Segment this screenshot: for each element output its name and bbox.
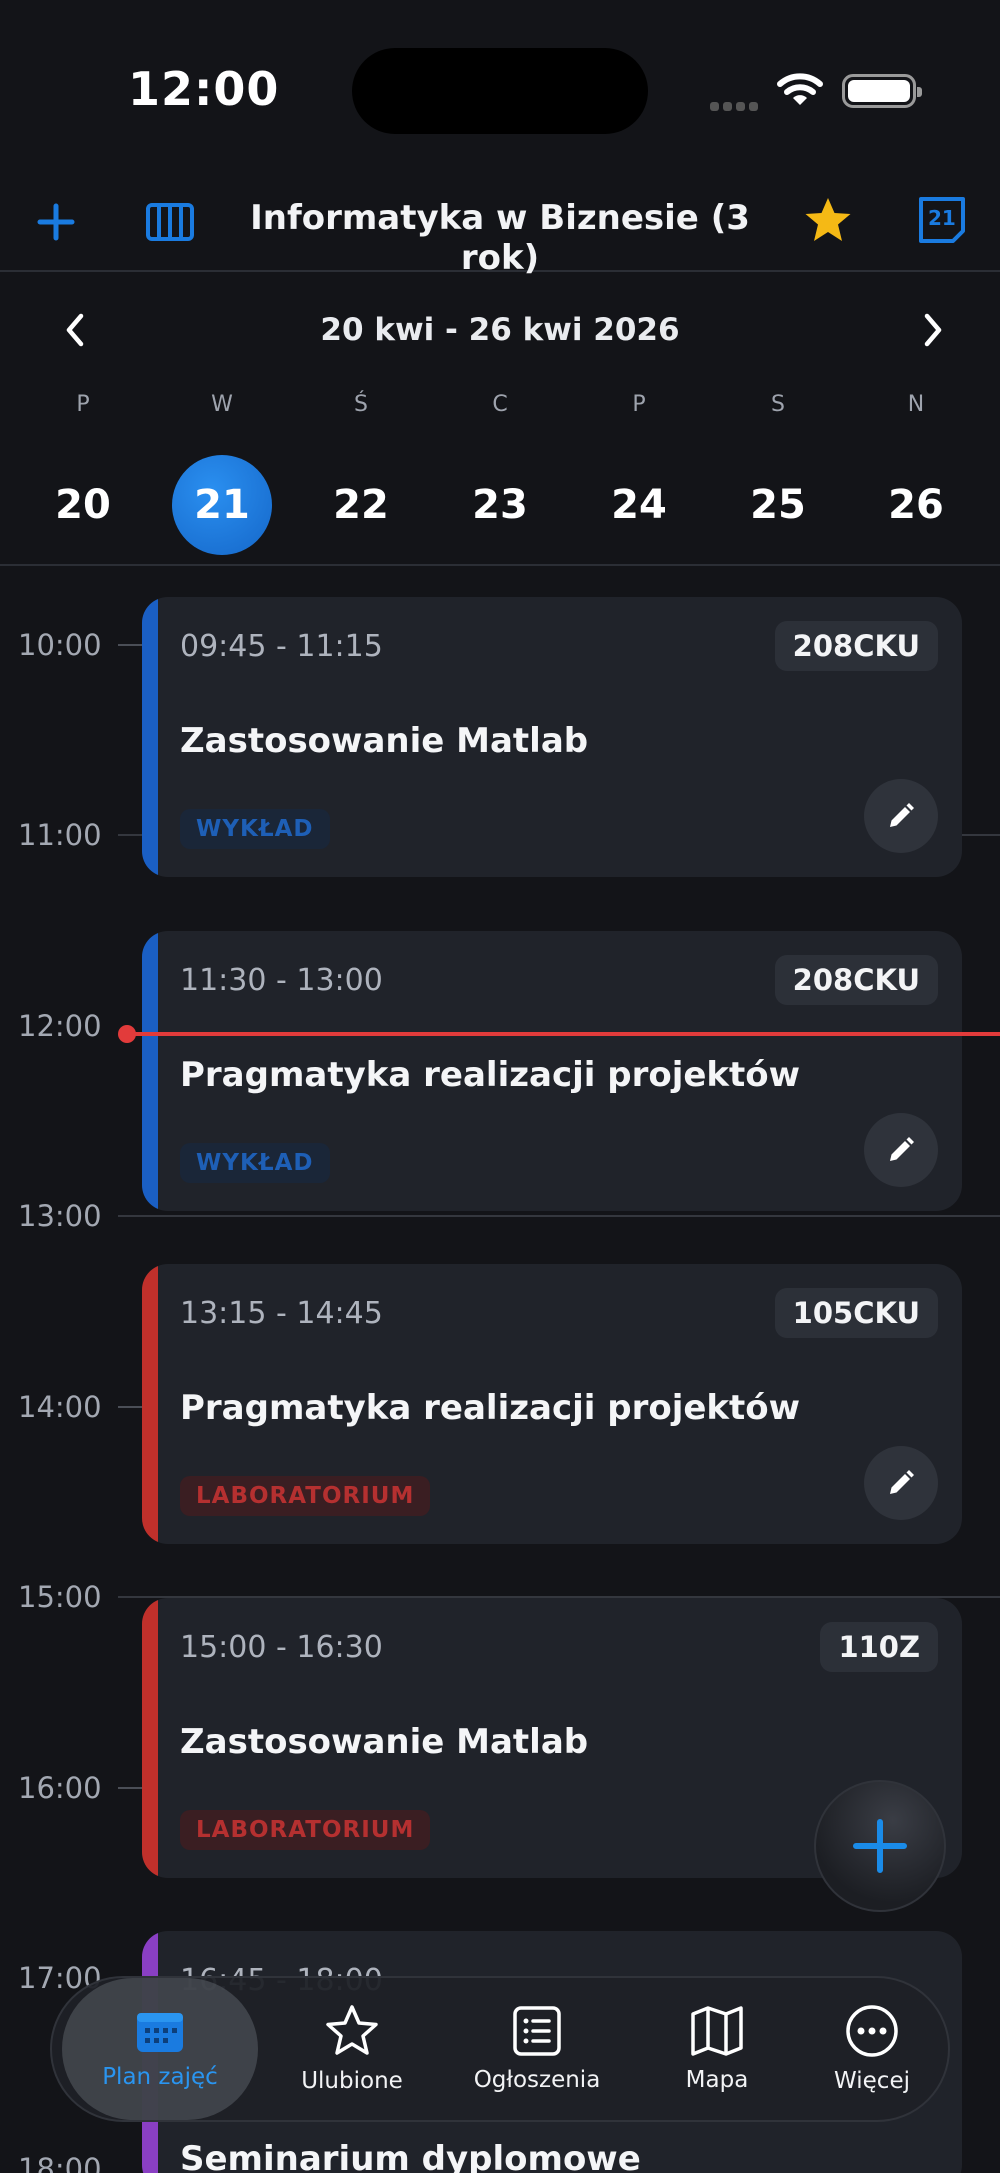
calendar-icon (137, 2013, 183, 2052)
event-title: Zastosowanie Matlab (180, 1722, 589, 1762)
day-wednesday[interactable]: Ś 22 (311, 392, 411, 555)
star-icon (326, 2005, 378, 2055)
day-monday[interactable]: P 20 (33, 392, 133, 555)
tab-mapa[interactable]: Mapa (642, 1978, 792, 2120)
day-thursday[interactable]: C 23 (450, 392, 550, 555)
day-number: 22 (333, 482, 389, 528)
map-icon (691, 2006, 743, 2056)
day-number: 26 (888, 482, 944, 528)
day-number: 20 (55, 482, 111, 528)
event-card[interactable]: 09:45 - 11:15 208CKU Zastosowanie Matlab… (142, 597, 962, 877)
day-saturday[interactable]: S 25 (728, 392, 828, 555)
edit-pencil-icon[interactable] (864, 1446, 938, 1520)
event-color-bar (142, 1264, 158, 1544)
tab-ulubione[interactable]: Ulubione (272, 1978, 432, 2120)
day-friday[interactable]: P 24 (589, 392, 689, 555)
list-icon (513, 2006, 561, 2056)
event-time: 09:45 - 11:15 (180, 629, 383, 664)
event-title: Pragmatyka realizacji projektów (180, 1388, 801, 1428)
hour-label: 15:00 (18, 1580, 102, 1614)
event-color-bar (142, 597, 158, 877)
event-room-badge: 208CKU (774, 621, 938, 671)
hour-line (118, 1787, 144, 1789)
hour-label: 11:00 (18, 818, 102, 852)
day-number: 25 (750, 482, 806, 528)
tab-wiecej[interactable]: Więcej (802, 1978, 942, 2120)
current-time-line (126, 1032, 1000, 1036)
more-icon (846, 2005, 898, 2057)
day-letter: W (211, 392, 233, 417)
event-card[interactable]: 13:15 - 14:45 105CKU Pragmatyka realizac… (142, 1264, 962, 1544)
event-title: Pragmatyka realizacji projektów (180, 1055, 801, 1095)
day-number: 23 (472, 482, 528, 528)
hour-label: 13:00 (18, 1199, 102, 1233)
current-time-dot (118, 1025, 136, 1043)
divider (0, 564, 1000, 566)
event-time: 15:00 - 16:30 (180, 1630, 383, 1665)
day-letter: S (771, 392, 785, 417)
event-color-bar (142, 931, 158, 1211)
tab-ogloszenia[interactable]: Ogłoszenia (442, 1978, 632, 2120)
hour-label: 14:00 (18, 1390, 102, 1424)
top-header: Informatyka w Biznesie (3 rok) 21 (0, 170, 1000, 278)
hour-label: 16:00 (18, 1771, 102, 1805)
page-title: Informatyka w Biznesie (3 rok) (250, 198, 750, 278)
event-room-badge: 105CKU (774, 1288, 938, 1338)
day-letter: N (907, 392, 925, 417)
day-letter: C (492, 392, 508, 417)
hour-label: 12:00 (18, 1009, 102, 1043)
prev-week-icon[interactable] (50, 302, 100, 358)
event-card[interactable]: 11:30 - 13:00 208CKU Pragmatyka realizac… (142, 931, 962, 1211)
dynamic-island (352, 48, 648, 134)
event-time: 13:15 - 14:45 (180, 1296, 383, 1331)
hour-line (118, 1406, 144, 1408)
day-letter: Ś (354, 392, 368, 417)
wifi-icon (776, 72, 824, 108)
next-week-icon[interactable] (908, 302, 958, 358)
event-type-badge: WYKŁAD (180, 809, 330, 849)
plus-icon (853, 1819, 907, 1873)
bottom-tab-bar: Plan zajęć Ulubione Ogłoszenia Mapa Więc… (50, 1976, 950, 2122)
tab-label: Mapa (685, 2067, 749, 2093)
edit-pencil-icon[interactable] (864, 779, 938, 853)
day-letter: P (632, 392, 646, 417)
calendar-badge: 21 (928, 206, 956, 230)
add-event-button[interactable] (814, 1780, 946, 1912)
event-type-badge: LABORATORIUM (180, 1810, 431, 1850)
status-time: 12:00 (128, 62, 280, 116)
event-time: 11:30 - 13:00 (180, 963, 383, 998)
add-icon[interactable] (26, 192, 86, 252)
hour-line (118, 1215, 1000, 1217)
day-letter: P (76, 392, 90, 417)
favorite-star-icon[interactable] (798, 190, 858, 250)
battery-icon (842, 74, 922, 108)
event-title: Seminarium dyplomowe (180, 2139, 641, 2173)
cellular-signal-icon (710, 96, 766, 111)
week-range-label: 20 kwi - 26 kwi 2026 (320, 312, 680, 348)
event-color-bar (142, 1598, 158, 1878)
tab-label: Ulubione (301, 2068, 403, 2094)
tab-label: Plan zajęć (102, 2064, 218, 2090)
tab-label: Ogłoszenia (473, 2067, 601, 2093)
columns-view-icon[interactable] (140, 192, 200, 252)
edit-pencil-icon[interactable] (864, 1113, 938, 1187)
event-room-badge: 110Z (820, 1622, 938, 1672)
event-type-badge: LABORATORIUM (180, 1476, 431, 1516)
event-room-badge: 208CKU (774, 955, 938, 1005)
event-type-badge: WYKŁAD (180, 1143, 330, 1183)
event-title: Zastosowanie Matlab (180, 721, 589, 761)
hour-label: 18:00 (18, 2152, 102, 2173)
day-tuesday-selected[interactable]: W 21 (172, 392, 272, 555)
day-sunday[interactable]: N 26 (866, 392, 966, 555)
tab-plan-zajec[interactable]: Plan zajęć (62, 1978, 258, 2120)
calendar-today-icon[interactable]: 21 (912, 190, 972, 250)
hour-label: 10:00 (18, 628, 102, 662)
hour-line (118, 644, 144, 646)
day-number: 21 (172, 455, 272, 555)
tab-label: Więcej (834, 2068, 910, 2094)
day-number: 24 (611, 482, 667, 528)
